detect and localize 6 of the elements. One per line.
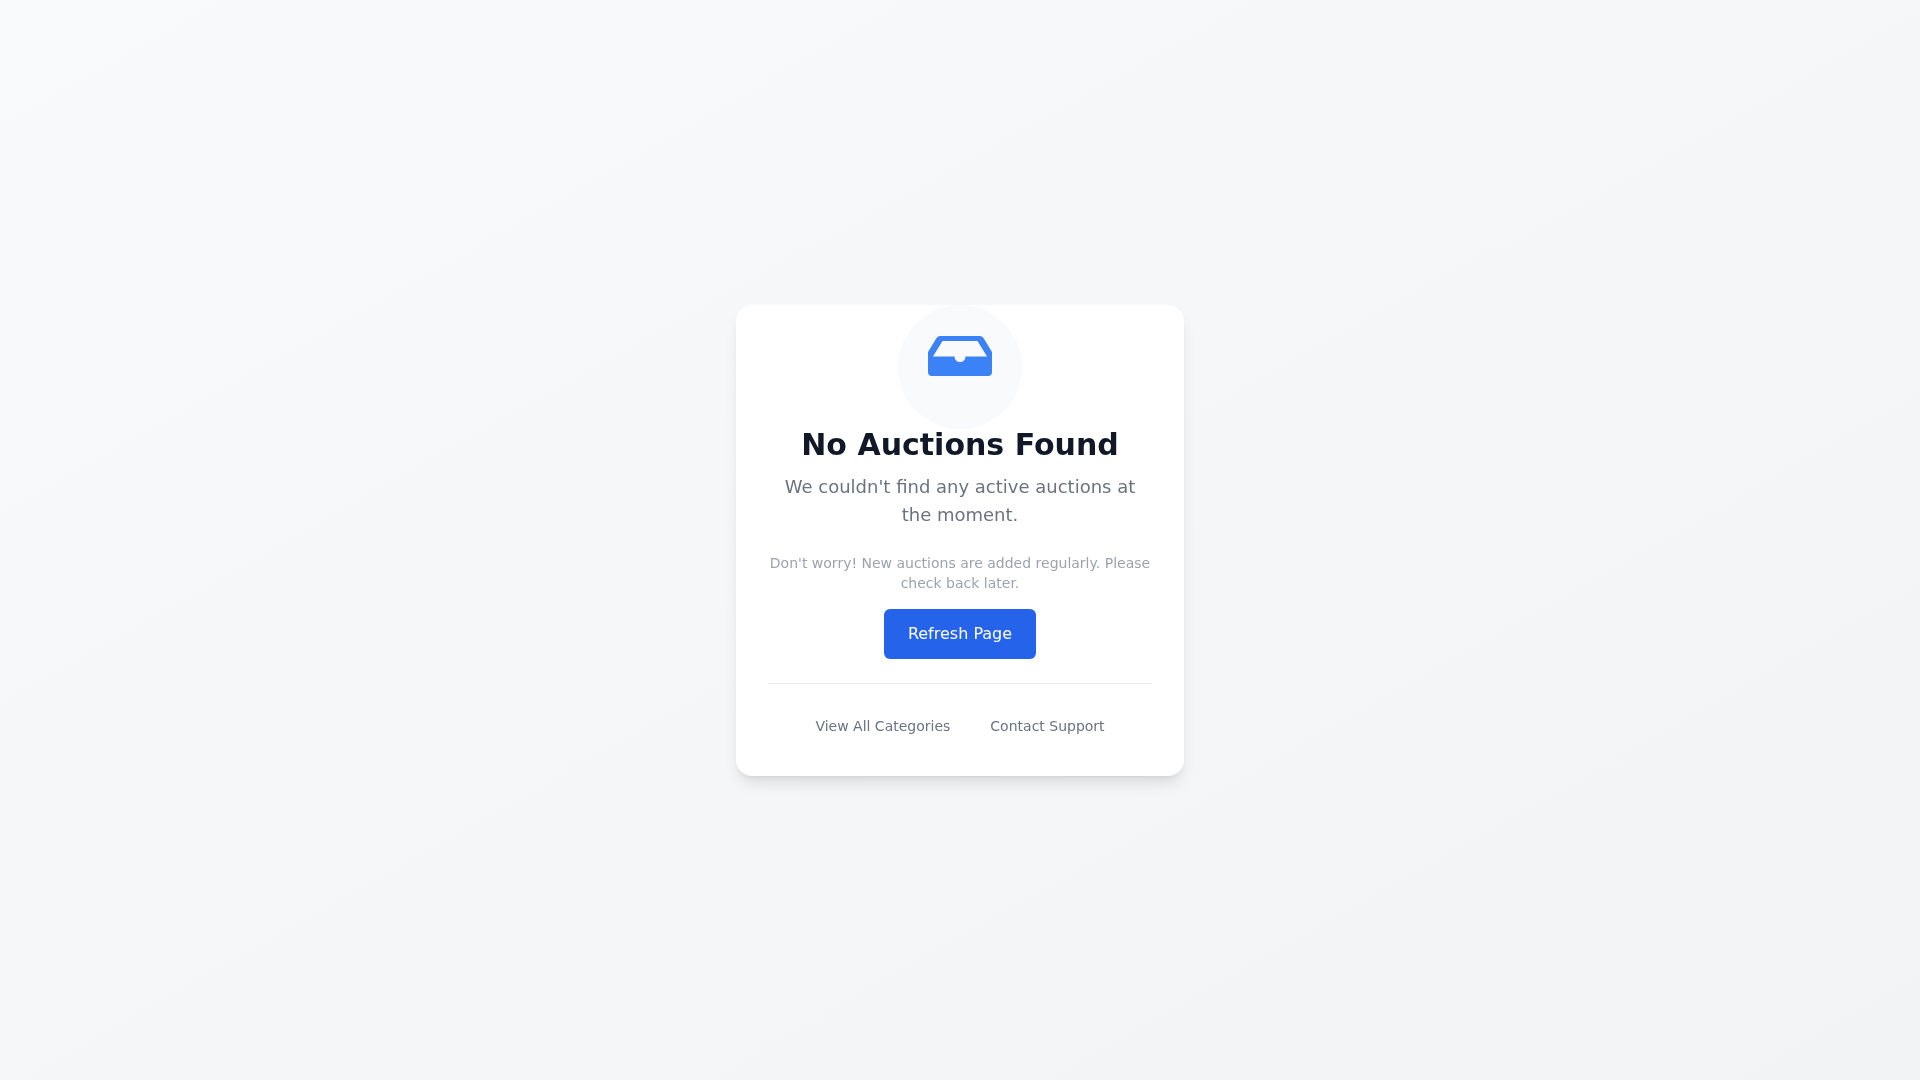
refresh-page-button[interactable]: Refresh Page	[883, 608, 1037, 659]
empty-state-message: We couldn't find any active auctions at the moment.	[783, 474, 1137, 527]
empty-state-note: Don't worry! New auctions are added regularly. Please check back later.	[768, 553, 1152, 593]
footer-link[interactable]: Contact Support	[990, 715, 1105, 736]
empty-state-title: No Auctions Found	[801, 428, 1119, 461]
footer-link[interactable]: View All Categories	[815, 715, 951, 736]
